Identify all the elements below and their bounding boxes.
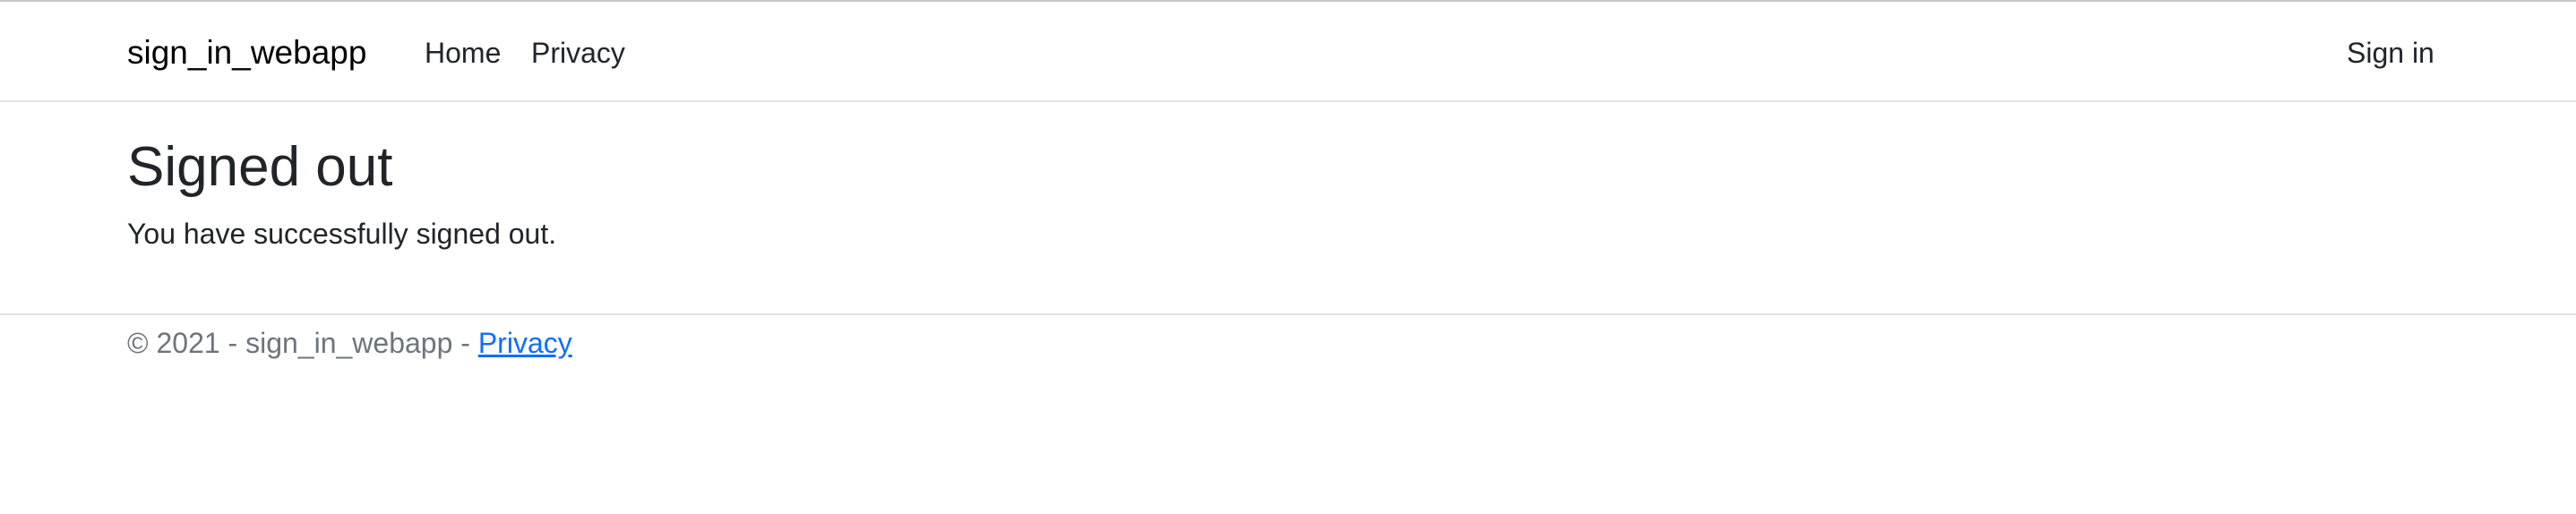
signout-message: You have successfully signed out. xyxy=(127,218,557,250)
footer: © 2021 - sign_in_webapp - Privacy xyxy=(0,313,2576,367)
page-title: Signed out xyxy=(127,136,393,198)
brand-link[interactable]: sign_in_webapp xyxy=(127,30,366,75)
footer-copyright: © 2021 - sign_in_webapp - xyxy=(127,327,478,359)
nav-home-link[interactable]: Home xyxy=(425,32,501,73)
nav-privacy-link[interactable]: Privacy xyxy=(531,32,625,73)
main-content: Signed out You have successfully signed … xyxy=(127,134,2456,254)
sign-in-link[interactable]: Sign in xyxy=(2347,32,2434,73)
footer-text: © 2021 - sign_in_webapp - Privacy xyxy=(127,322,572,364)
footer-privacy-link[interactable]: Privacy xyxy=(478,327,572,359)
navbar: sign_in_webapp Home Privacy Sign in xyxy=(0,2,2576,102)
